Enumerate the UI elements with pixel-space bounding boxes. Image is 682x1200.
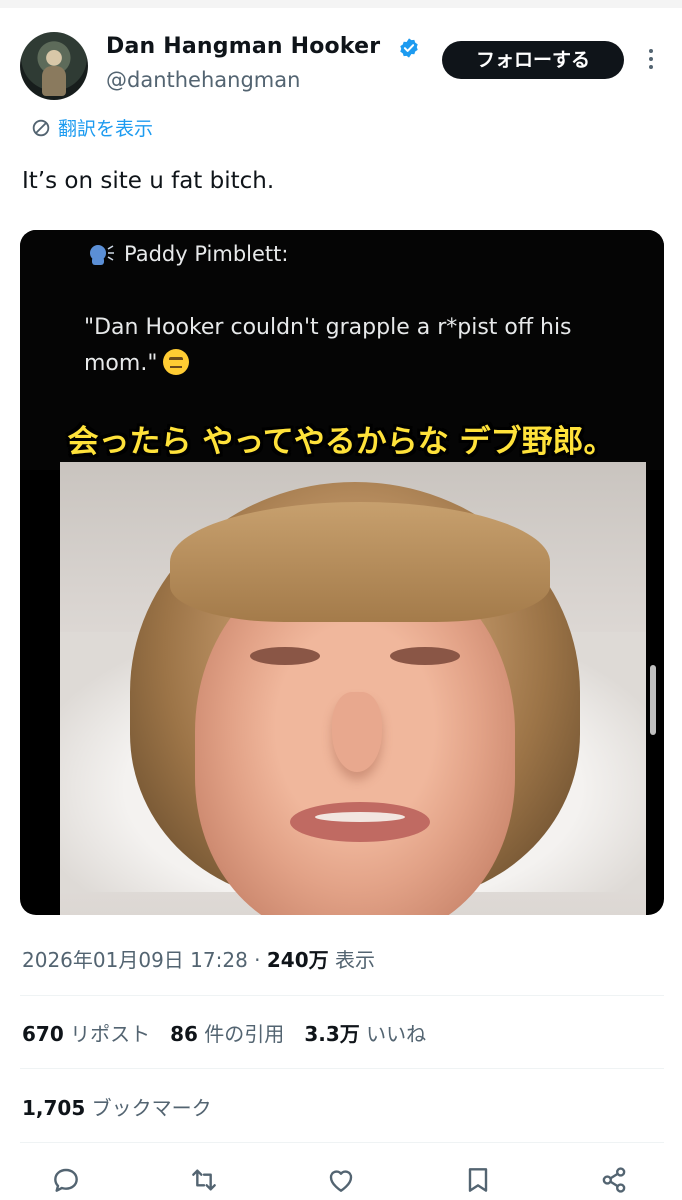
tweet-date: 2026年01月09日 17:28 bbox=[22, 948, 248, 972]
left-eye bbox=[250, 647, 320, 665]
reposts-count: 670 bbox=[22, 1022, 64, 1046]
nose bbox=[332, 692, 382, 772]
like-button[interactable] bbox=[325, 1164, 361, 1200]
follow-button[interactable]: フォローする bbox=[442, 41, 624, 79]
likes-count: 3.3万 bbox=[304, 1022, 360, 1046]
likes-label: いいね bbox=[359, 1022, 427, 1046]
verified-badge-icon bbox=[400, 38, 418, 58]
bookmarks-count: 1,705 bbox=[22, 1096, 86, 1120]
reposts-label: リポスト bbox=[63, 1022, 151, 1046]
handle[interactable]: @danthehangman bbox=[106, 68, 300, 92]
bookmarks-label: ブックマーク bbox=[85, 1096, 212, 1120]
right-eye bbox=[390, 647, 460, 665]
views-count: 240万 bbox=[266, 948, 329, 972]
share-button[interactable] bbox=[598, 1164, 634, 1200]
tweet-timestamp[interactable]: 2026年01月09日 17:28 · 240万 表示 bbox=[22, 944, 375, 973]
subtitle-caption: 会ったら やってやるからな デブ野郎。 bbox=[67, 424, 615, 460]
display-name[interactable]: Dan Hangman Hooker bbox=[106, 34, 380, 59]
quote-text: "Dan Hooker couldn't grapple a r*pist of… bbox=[84, 310, 644, 382]
divider bbox=[20, 995, 664, 996]
views-label: 表示 bbox=[328, 948, 375, 972]
quotes-count: 86 bbox=[170, 1022, 198, 1046]
speaking-head-icon bbox=[90, 245, 114, 265]
engagement-stats: 670 リポスト 86 件の引用 3.3万 いいね bbox=[22, 1018, 426, 1047]
action-bar bbox=[0, 1158, 682, 1200]
translate-link[interactable]: 翻訳を表示 bbox=[30, 114, 153, 141]
translate-label: 翻訳を表示 bbox=[58, 118, 154, 140]
reposts-link[interactable]: 670 リポスト bbox=[22, 1022, 150, 1046]
repost-button[interactable] bbox=[188, 1164, 224, 1200]
media-scrollbar[interactable] bbox=[650, 665, 656, 735]
bookmark-icon bbox=[468, 1168, 488, 1192]
quote-author: Paddy Pimblett: bbox=[88, 242, 288, 266]
bookmark-button[interactable] bbox=[462, 1164, 498, 1200]
separator: · bbox=[247, 948, 267, 972]
reply-icon bbox=[54, 1168, 78, 1192]
likes-link[interactable]: 3.3万 いいね bbox=[304, 1022, 426, 1046]
tweet-media[interactable]: Paddy Pimblett: "Dan Hooker couldn't gra… bbox=[20, 230, 664, 915]
mouth bbox=[290, 802, 430, 842]
bookmarks-link[interactable]: 1,705 ブックマーク bbox=[22, 1092, 212, 1121]
tweet-text: It’s on site u fat bitch. bbox=[22, 168, 275, 194]
translate-icon bbox=[32, 119, 50, 136]
like-icon bbox=[329, 1170, 353, 1192]
fringe bbox=[170, 502, 550, 622]
top-border bbox=[0, 0, 682, 8]
avatar[interactable] bbox=[20, 32, 88, 100]
quotes-link[interactable]: 86 件の引用 bbox=[170, 1022, 284, 1046]
quote-text-body: "Dan Hooker couldn't grapple a r*pist of… bbox=[84, 315, 572, 376]
divider bbox=[20, 1068, 664, 1069]
quote-author-name: Paddy Pimblett: bbox=[124, 242, 289, 266]
quotes-label: 件の引用 bbox=[197, 1022, 285, 1046]
share-icon bbox=[602, 1167, 626, 1193]
raised-eyebrow-emoji-icon bbox=[163, 349, 190, 375]
more-options-icon[interactable] bbox=[644, 46, 658, 72]
divider bbox=[20, 1142, 664, 1143]
video-frame bbox=[60, 462, 646, 915]
reply-button[interactable] bbox=[50, 1164, 86, 1200]
repost-icon bbox=[192, 1169, 216, 1191]
